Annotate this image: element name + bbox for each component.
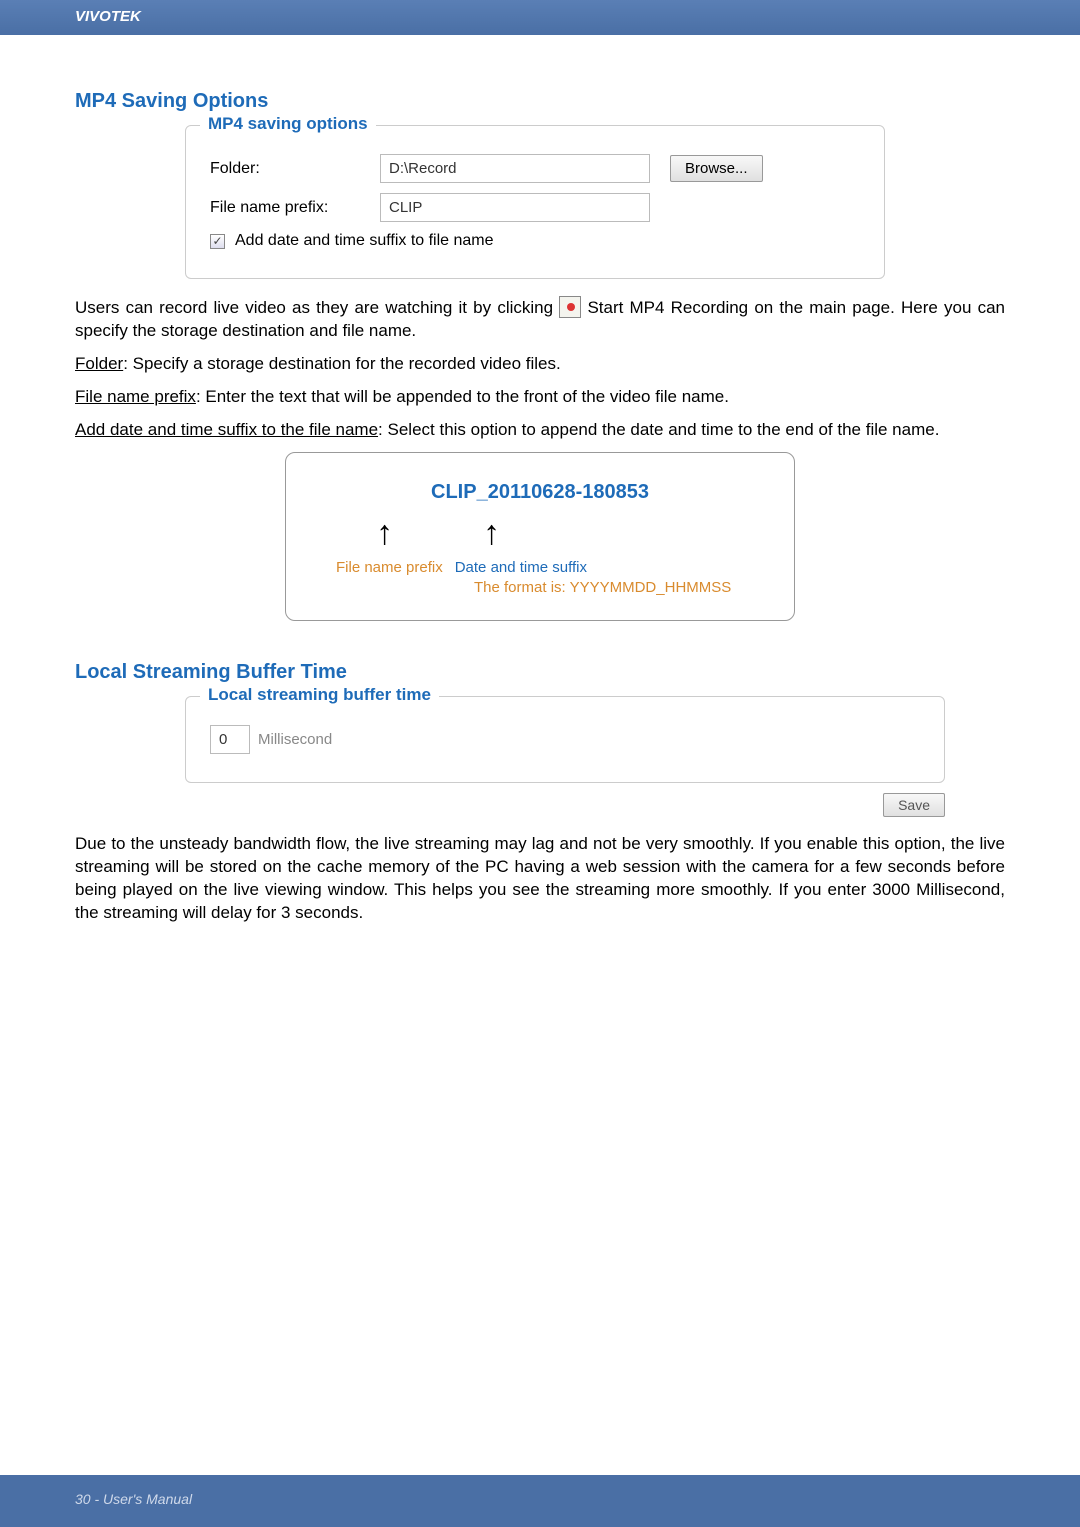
example-title: CLIP_20110628-180853 <box>316 481 764 504</box>
example-suffix-caption: Date and time suffix <box>455 559 587 576</box>
buffer-fieldset: Local streaming buffer time 0 Millisecon… <box>185 696 945 783</box>
browse-button[interactable]: Browse... <box>670 155 763 182</box>
save-row: Save <box>185 797 945 815</box>
suffix-desc: : Select this option to append the date … <box>378 420 939 439</box>
arrow-up-icon: ↑ <box>483 514 500 553</box>
suffix-checkbox-label: Add date and time suffix to file name <box>235 232 494 250</box>
buffer-input[interactable]: 0 <box>210 725 250 754</box>
arrow-up-icon: ↑ <box>376 514 393 553</box>
para-folder: Folder: Specify a storage destination fo… <box>75 353 1005 376</box>
para-suffix: Add date and time suffix to the file nam… <box>75 419 1005 442</box>
para-prefix: File name prefix: Enter the text that wi… <box>75 386 1005 409</box>
buffer-section-title: Local Streaming Buffer Time <box>75 661 1005 684</box>
folder-input[interactable]: D:\Record <box>380 154 650 183</box>
buffer-unit: Millisecond <box>258 731 332 748</box>
folder-label: Folder: <box>210 160 380 178</box>
record-icon <box>559 296 581 318</box>
example-captions: File name prefix Date and time suffix <box>316 559 764 576</box>
brand-text: VIVOTEK <box>0 0 1080 25</box>
para-record-intro: Users can record live video as they are … <box>75 297 1005 343</box>
suffix-checkbox[interactable]: ✓ <box>210 234 225 249</box>
prefix-input[interactable]: CLIP <box>380 193 650 222</box>
suffix-row: ✓ Add date and time suffix to file name <box>210 232 860 250</box>
save-button[interactable]: Save <box>883 793 945 817</box>
example-prefix-caption: File name prefix <box>336 559 443 576</box>
suffix-term: Add date and time suffix to the file nam… <box>75 420 378 439</box>
prefix-label: File name prefix: <box>210 199 380 217</box>
mp4-fieldset: MP4 saving options Folder: D:\Record Bro… <box>185 125 885 279</box>
para1a: Users can record live video as they are … <box>75 298 559 317</box>
page-footer: 30 - User's Manual <box>0 1475 1080 1527</box>
folder-row: Folder: D:\Record Browse... <box>210 154 860 183</box>
folder-desc: : Specify a storage destination for the … <box>123 354 561 373</box>
buffer-description: Due to the unsteady bandwidth flow, the … <box>75 833 1005 925</box>
check-icon: ✓ <box>212 234 222 248</box>
mp4-section-title: MP4 Saving Options <box>75 90 1005 113</box>
prefix-term: File name prefix <box>75 387 196 406</box>
page-header: VIVOTEK <box>0 0 1080 35</box>
example-format-caption: The format is: YYYYMMDD_HHMMSS <box>316 579 764 596</box>
footer-text: 30 - User's Manual <box>0 1475 1080 1507</box>
mp4-legend: MP4 saving options <box>200 114 376 134</box>
prefix-desc: : Enter the text that will be appended t… <box>196 387 729 406</box>
buffer-row: 0 Millisecond <box>210 725 920 754</box>
folder-term: Folder <box>75 354 123 373</box>
example-arrows: ↑ ↑ <box>316 514 764 553</box>
prefix-row: File name prefix: CLIP <box>210 193 860 222</box>
buffer-legend: Local streaming buffer time <box>200 685 439 705</box>
page-content: MP4 Saving Options MP4 saving options Fo… <box>0 35 1080 924</box>
filename-example: CLIP_20110628-180853 ↑ ↑ File name prefi… <box>285 452 795 621</box>
